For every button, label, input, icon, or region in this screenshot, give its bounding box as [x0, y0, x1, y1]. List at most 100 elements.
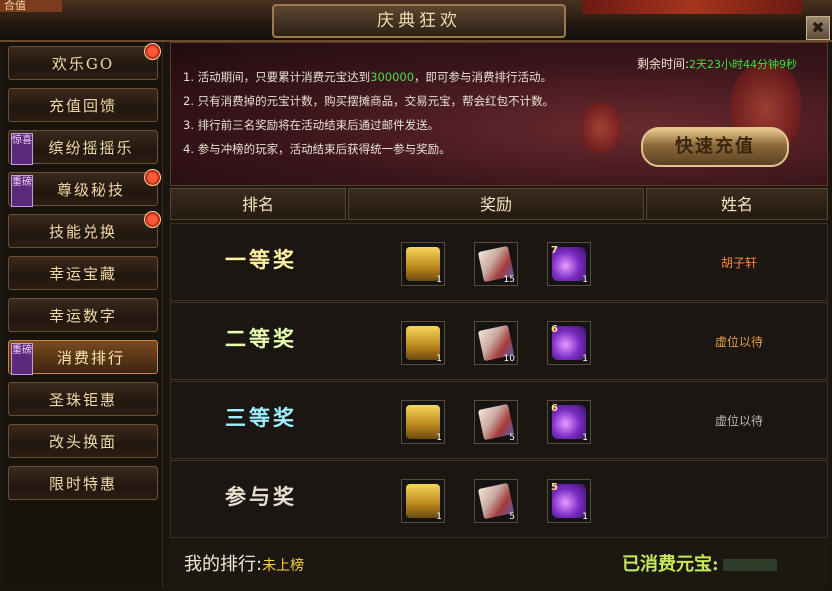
reward-count: 1 [582, 275, 588, 285]
spent-ingots-label: 已消费元宝: [622, 554, 719, 575]
reward-item[interactable]: 1 [401, 479, 445, 523]
rule-text: 4. 参与冲榜的玩家，活动结束后获得统一参与奖励。 [183, 142, 451, 156]
quick-recharge-button[interactable]: 快速充值 [641, 127, 789, 167]
remaining-time-label: 剩余时间: [637, 57, 690, 71]
player-name: 虚位以待 [714, 414, 763, 428]
rule-text: 3. 排行前三名奖励将在活动结束后通过邮件发送。 [183, 118, 440, 132]
sidebar-item[interactable]: 限时特惠 [8, 466, 158, 500]
rules-list: 1. 活动期间，只要累计消费元宝达到300000，即可参与消费排行活动。 2. 只… [183, 65, 554, 161]
sidebar-item-label: 技能兑换 [48, 223, 117, 241]
sidebar-item-label: 幸运数字 [48, 307, 117, 325]
sidebar-item-tag: 重磅 [11, 175, 33, 207]
rule-line: 3. 排行前三名奖励将在活动结束后通过邮件发送。 [183, 113, 554, 137]
sidebar-item-label: 限时特惠 [48, 475, 117, 493]
rank-title: 二等奖 [225, 326, 297, 351]
rule-text: 2. 只有消费掉的元宝计数，购买摆摊商品，交易元宝，帮会红包不计数。 [183, 94, 555, 108]
player-name: 胡子轩 [720, 256, 757, 270]
rule-text: 1. 活动期间，只要累计消费元宝达到 [183, 70, 371, 84]
main-panel: 剩余时间:2天23小时44分钟9秒 1. 活动期间，只要累计消费元宝达到3000… [170, 42, 828, 588]
reward-level: 5 [551, 482, 558, 493]
reward-count: 15 [503, 275, 515, 285]
treasure-chest-icon [406, 247, 440, 281]
sidebar-item[interactable]: 重磅 消费排行 [8, 340, 158, 375]
notification-dot-icon [144, 211, 161, 228]
rule-text: 300000 [370, 70, 415, 84]
sidebar-item-label: 改头换面 [48, 433, 117, 451]
reward-count: 1 [436, 512, 442, 522]
reward-item[interactable]: 61 [547, 400, 591, 444]
reward-item[interactable]: 15 [474, 242, 518, 286]
reward-item[interactable]: 1 [401, 242, 445, 286]
event-window: 合值 庆典狂欢 ✖ 欢乐GO 充值回馈 惊喜 缤纷摇摇乐 重磅 尊级秘技 技能兑换 幸运宝藏幸… [0, 0, 832, 591]
sidebar-item-label: 充值回馈 [48, 97, 117, 115]
sidebar-item-label: 尊级秘技 [56, 181, 125, 199]
reward-level: 6 [551, 324, 558, 335]
sidebar-item[interactable]: 技能兑换 [8, 211, 161, 248]
remaining-time-value: 2天23小时44分钟9秒 [689, 58, 798, 71]
ranking-row: 二等奖 1 10 6 1 虚位以待 [170, 302, 828, 380]
reward-item[interactable]: 71 [547, 242, 591, 286]
sidebar-item[interactable]: 幸运数字 [8, 298, 158, 332]
my-rank: 我的排行:未上榜 [184, 550, 304, 576]
reward-item[interactable]: 5 [474, 400, 518, 444]
sidebar-item-label: 缤纷摇摇乐 [48, 139, 134, 157]
my-rank-value: 未上榜 [262, 558, 305, 574]
header-rank: 排名 [170, 188, 346, 220]
treasure-chest-icon [406, 405, 440, 439]
lantern-decoration [581, 103, 621, 153]
sidebar-item-label: 圣珠钜惠 [48, 391, 117, 409]
reward-item[interactable]: 51 [547, 479, 591, 523]
sidebar-item[interactable]: 惊喜 缤纷摇摇乐 [8, 130, 158, 165]
rank-title: 一等奖 [225, 247, 297, 272]
reward-item[interactable]: 1 [401, 321, 445, 365]
rule-line: 4. 参与冲榜的玩家，活动结束后获得统一参与奖励。 [183, 137, 554, 161]
treasure-chest-icon [406, 484, 440, 518]
reward-item[interactable]: 10 [474, 321, 518, 365]
ranking-row: 参与奖 1 5 5 1 [170, 460, 828, 538]
top-right-decoration [582, 0, 802, 14]
spent-ingots: 已消费元宝: [622, 550, 777, 576]
sidebar-item-tag: 惊喜 [11, 133, 33, 165]
treasure-chest-icon [406, 326, 440, 360]
rank-title: 三等奖 [225, 405, 297, 430]
sidebar-item[interactable]: 幸运宝藏 [8, 256, 158, 290]
window-title: 庆典狂欢 [272, 4, 566, 38]
rule-line: 1. 活动期间，只要累计消费元宝达到300000，即可参与消费排行活动。 [183, 65, 554, 89]
sidebar: 欢乐GO 充值回馈 惊喜 缤纷摇摇乐 重磅 尊级秘技 技能兑换 幸运宝藏 幸运数字 重磅 消费排行圣… [4, 42, 163, 588]
reward-count: 1 [582, 512, 588, 522]
reward-item[interactable]: 5 [474, 479, 518, 523]
remaining-time: 剩余时间:2天23小时44分钟9秒 [637, 55, 797, 72]
notification-dot-icon [144, 169, 161, 186]
rule-text: ，即可参与消费排行活动。 [414, 70, 553, 84]
sidebar-item[interactable]: 重磅 尊级秘技 [8, 169, 161, 207]
sidebar-item[interactable]: 改头换面 [8, 424, 158, 458]
my-rank-label: 我的排行: [184, 554, 263, 575]
sidebar-item[interactable]: 欢乐GO [8, 43, 161, 80]
reward-count: 5 [509, 512, 515, 522]
reward-item[interactable]: 61 [547, 321, 591, 365]
header-name: 姓名 [646, 188, 828, 220]
notification-dot-icon [144, 43, 161, 60]
reward-count: 1 [436, 275, 442, 285]
sidebar-item-label: 幸运宝藏 [48, 265, 117, 283]
rule-line: 2. 只有消费掉的元宝计数，购买摆摊商品，交易元宝，帮会红包不计数。 [183, 89, 554, 113]
close-button[interactable]: ✖ [806, 16, 830, 40]
sidebar-item-label: 消费排行 [56, 349, 125, 367]
reward-count: 10 [503, 354, 515, 364]
player-name: 虚位以待 [714, 335, 763, 349]
header-reward: 奖励 [348, 188, 644, 220]
event-banner: 剩余时间:2天23小时44分钟9秒 1. 活动期间，只要累计消费元宝达到3000… [170, 42, 828, 186]
spent-ingots-value-obscured [722, 559, 777, 571]
reward-count: 5 [509, 433, 515, 443]
reward-count: 1 [436, 354, 442, 364]
top-left-fragment: 合值 [0, 0, 62, 12]
title-bar: 合值 庆典狂欢 ✖ [0, 0, 832, 42]
reward-item[interactable]: 1 [401, 400, 445, 444]
footer: 我的排行:未上榜 已消费元宝: [170, 538, 828, 588]
sidebar-item[interactable]: 圣珠钜惠 [8, 382, 158, 416]
reward-level: 7 [551, 245, 558, 256]
sidebar-item[interactable]: 充值回馈 [8, 88, 158, 122]
reward-count: 1 [582, 354, 588, 364]
table-header: 排名 奖励 姓名 [170, 188, 828, 220]
rank-title: 参与奖 [225, 484, 297, 509]
